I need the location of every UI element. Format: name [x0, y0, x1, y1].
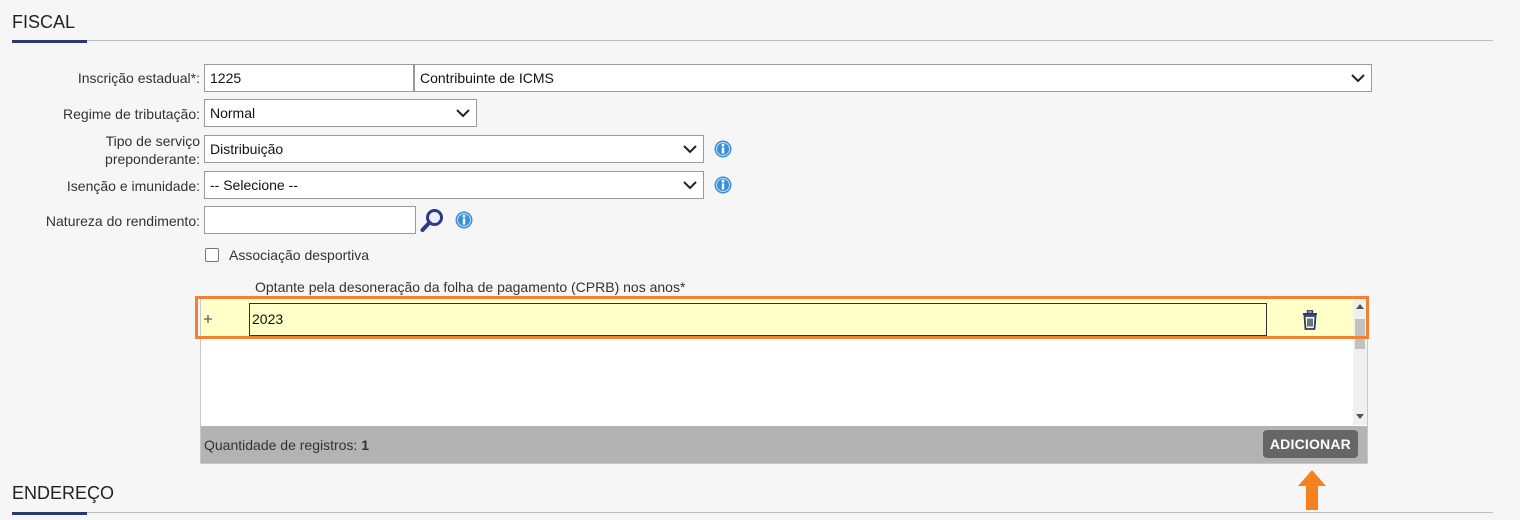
inscricao-estadual-input[interactable] [204, 64, 414, 92]
contribuinte-select[interactable]: Contribuinte de ICMS [414, 64, 1372, 92]
info-icon[interactable] [714, 140, 732, 158]
info-icon[interactable] [714, 176, 732, 194]
regime-tributacao-label: Regime de tributação: [63, 106, 200, 122]
tipo-servico-select[interactable]: Distribuição [204, 135, 704, 163]
chevron-down-icon [683, 181, 697, 190]
cprb-grid-title: Optante pela desoneração da folha de pag… [255, 279, 686, 295]
grid-footer: Quantidade de registros: 1 ADICIONAR [201, 426, 1367, 463]
endereco-section-divider [12, 512, 1493, 513]
natureza-rendimento-label: Natureza do rendimento: [45, 213, 200, 229]
info-icon[interactable] [455, 211, 473, 229]
tipo-servico-label: Tipo de serviço preponderante: [105, 132, 200, 168]
isencao-imunidade-value: -- Selecione -- [210, 177, 298, 193]
isencao-imunidade-label: Isenção e imunidade: [66, 178, 200, 194]
associacao-desportiva-checkbox[interactable] [205, 248, 219, 262]
chevron-down-icon [1351, 74, 1365, 83]
tipo-servico-label-line2: preponderante: [105, 151, 200, 167]
associacao-desportiva-label: Associação desportiva [229, 247, 370, 263]
record-count-label: Quantidade de registros: [204, 437, 358, 453]
natureza-rendimento-input[interactable] [204, 206, 416, 234]
add-button[interactable]: ADICIONAR [1262, 430, 1358, 458]
fiscal-section-header: FISCAL [12, 0, 1493, 45]
search-icon[interactable] [419, 206, 447, 234]
fiscal-section-accent [12, 40, 87, 43]
isencao-imunidade-select[interactable]: -- Selecione -- [204, 171, 704, 199]
scroll-down-icon[interactable] [1356, 414, 1364, 420]
contribuinte-select-value: Contribuinte de ICMS [420, 70, 554, 86]
fiscal-section-title: FISCAL [12, 12, 76, 32]
record-count: Quantidade de registros: 1 [204, 437, 369, 453]
endereco-section-accent [12, 512, 87, 515]
record-count-value: 1 [361, 437, 370, 453]
endereco-section-header: ENDEREÇO [12, 470, 1493, 520]
tipo-servico-label-line1: Tipo de serviço [105, 133, 200, 149]
chevron-down-icon [683, 145, 697, 154]
chevron-down-icon [456, 109, 470, 118]
endereco-section-title: ENDEREÇO [12, 483, 115, 503]
regime-tributacao-select[interactable]: Normal [204, 99, 477, 127]
row-highlight-box [195, 296, 1369, 339]
tipo-servico-value: Distribuição [210, 141, 284, 157]
regime-tributacao-value: Normal [210, 105, 256, 121]
inscricao-estadual-label: Inscrição estadual*: [77, 70, 200, 86]
fiscal-section-divider [12, 40, 1493, 41]
